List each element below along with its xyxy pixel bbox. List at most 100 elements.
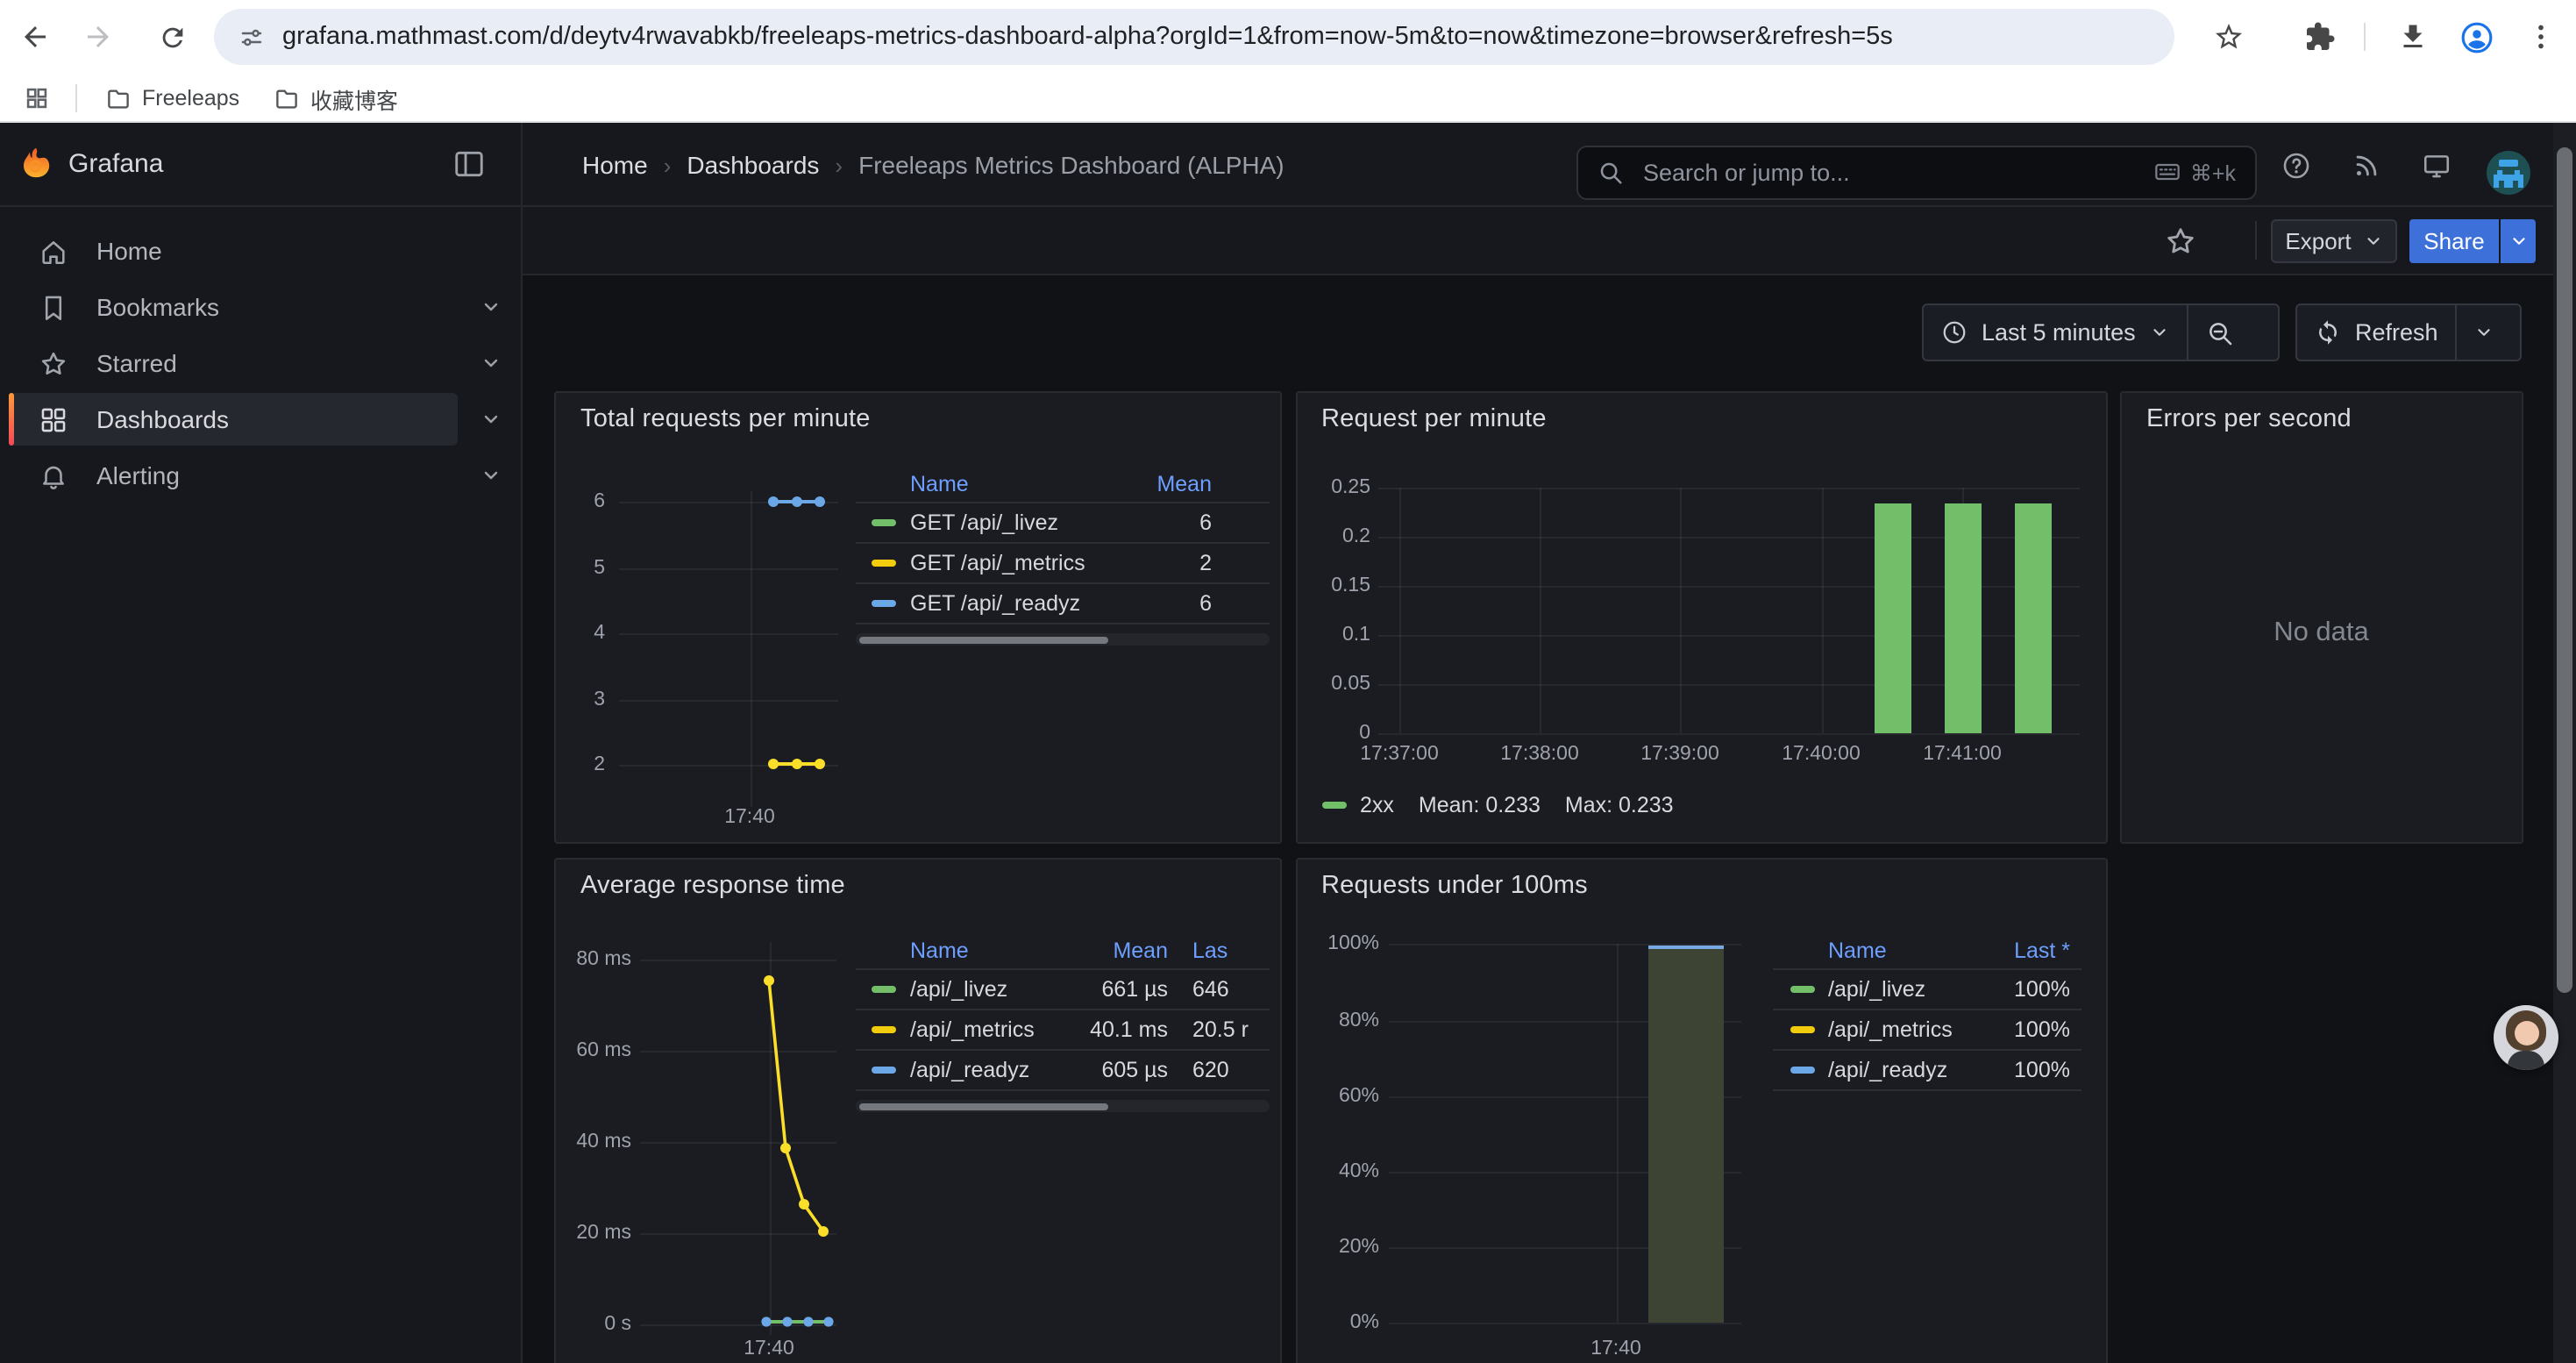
kiosk-monitor-icon[interactable] bbox=[2420, 149, 2451, 181]
breadcrumb-dashboards[interactable]: Dashboards bbox=[687, 151, 819, 179]
legend-row[interactable]: /api/_readyz 100% bbox=[1772, 1049, 2081, 1089]
breadcrumb-current: Freeleaps Metrics Dashboard (ALPHA) bbox=[858, 151, 1284, 179]
share-button[interactable]: Share bbox=[2409, 219, 2499, 263]
url-bar[interactable]: grafana.mathmast.com/d/deytv4rwavabkb/fr… bbox=[214, 9, 2174, 65]
avatar-face bbox=[2514, 1021, 2538, 1045]
browser-toolbar: grafana.mathmast.com/d/deytv4rwavabkb/fr… bbox=[0, 0, 2576, 74]
panel-title[interactable]: Request per minute bbox=[1321, 405, 1547, 433]
reload-icon[interactable] bbox=[154, 19, 189, 54]
series-swatch bbox=[1790, 986, 1814, 994]
back-icon[interactable] bbox=[18, 19, 53, 54]
sidebar-item-bookmarks[interactable]: Bookmarks bbox=[9, 281, 458, 333]
time-range-picker[interactable]: Last 5 minutes bbox=[1924, 305, 2187, 360]
legend-inline[interactable]: 2xx Mean: 0.233 Max: 0.233 bbox=[1321, 793, 1674, 817]
scrollbar-thumb[interactable] bbox=[2557, 147, 2572, 993]
bar-2xx[interactable] bbox=[2014, 503, 2051, 733]
bar-2xx[interactable] bbox=[1875, 503, 1911, 733]
chevron-down-icon[interactable] bbox=[470, 337, 512, 389]
panel-errors-per-second: Errors per second No data bbox=[2120, 391, 2523, 844]
series-swatch bbox=[872, 519, 896, 527]
page-scrollbar[interactable] bbox=[2553, 123, 2576, 1363]
dock-menu-icon[interactable] bbox=[452, 147, 486, 181]
apps-grid-icon[interactable] bbox=[23, 84, 51, 112]
bookmark-folder-freeleaps[interactable]: Freeleaps bbox=[98, 81, 246, 116]
bookmarks-bar: Freeleaps 收藏博客 bbox=[0, 74, 2576, 123]
scrollbar-thumb[interactable] bbox=[859, 636, 1107, 643]
sidebar-item-dashboards[interactable]: Dashboards bbox=[9, 393, 458, 446]
legend-row[interactable]: GET /api/_readyz 6 bbox=[856, 582, 1270, 623]
downloads-icon[interactable] bbox=[2395, 19, 2430, 54]
url-text[interactable]: grafana.mathmast.com/d/deytv4rwavabkb/fr… bbox=[282, 23, 1893, 51]
toolbar-divider bbox=[2255, 221, 2257, 260]
star-icon bbox=[39, 348, 68, 378]
legend-row[interactable]: GET /api/_livez 6 bbox=[856, 502, 1270, 542]
panel-title[interactable]: Requests under 100ms bbox=[1321, 872, 1588, 900]
gridline bbox=[1377, 487, 2079, 489]
refresh-button[interactable]: Refresh bbox=[2297, 305, 2456, 360]
sidebar-item-starred[interactable]: Starred bbox=[9, 337, 458, 389]
legend-col-mean[interactable]: Mean bbox=[1056, 938, 1168, 963]
chevron-down-icon[interactable] bbox=[470, 281, 512, 333]
nav-divider bbox=[521, 123, 523, 205]
y-tick: 20% bbox=[1309, 1237, 1379, 1258]
chevron-down-icon[interactable] bbox=[470, 393, 512, 446]
site-settings-icon[interactable] bbox=[238, 24, 265, 50]
series-swatch bbox=[1790, 1026, 1814, 1034]
refresh-interval-dropdown[interactable] bbox=[2456, 305, 2512, 360]
panel-title[interactable]: Errors per second bbox=[2146, 405, 2352, 433]
legend-header: Name Last * bbox=[1772, 933, 2081, 968]
legend-row[interactable]: GET /api/_metrics 2 bbox=[856, 542, 1270, 582]
legend-scrollbar[interactable] bbox=[856, 633, 1270, 646]
legend-row[interactable]: /api/_metrics 40.1 ms 20.5 r bbox=[856, 1009, 1270, 1049]
x-tick: 17:37:00 bbox=[1360, 744, 1439, 765]
legend-row[interactable]: /api/_metrics 100% bbox=[1772, 1009, 2081, 1049]
sidebar-item-alerting[interactable]: Alerting bbox=[9, 449, 458, 502]
gridline bbox=[1540, 487, 1541, 732]
legend-row[interactable]: /api/_livez 661 µs 646 bbox=[856, 968, 1270, 1009]
legend-col-last[interactable]: Last * bbox=[1958, 938, 2070, 963]
legend-col-last[interactable]: Las bbox=[1168, 938, 1270, 963]
export-button[interactable]: Export bbox=[2271, 219, 2397, 263]
gridline bbox=[1388, 1323, 1740, 1324]
bar-under-100ms[interactable] bbox=[1648, 945, 1724, 1323]
zoom-out-button[interactable] bbox=[2187, 305, 2252, 360]
y-tick: 0.25 bbox=[1307, 476, 1370, 497]
bar-2xx[interactable] bbox=[1945, 503, 1982, 733]
bell-icon bbox=[39, 460, 68, 490]
browser-menu-icon[interactable] bbox=[2523, 19, 2558, 54]
grafana-logo-icon[interactable] bbox=[18, 146, 54, 182]
grafana-brand[interactable]: Grafana bbox=[68, 149, 163, 179]
legend-scrollbar[interactable] bbox=[856, 1100, 1270, 1112]
floating-avatar[interactable] bbox=[2494, 1005, 2558, 1070]
sidebar-item-home[interactable]: Home bbox=[9, 225, 458, 277]
chevron-down-icon[interactable] bbox=[470, 449, 512, 502]
news-rss-icon[interactable] bbox=[2350, 149, 2381, 181]
help-icon[interactable] bbox=[2280, 149, 2311, 181]
forward-icon[interactable] bbox=[81, 19, 116, 54]
legend-table: Name Last * /api/_livez 100% /api/_metri… bbox=[1772, 933, 2081, 1091]
legend-col-mean[interactable]: Mean bbox=[1103, 472, 1212, 496]
scrollbar-thumb[interactable] bbox=[859, 1103, 1107, 1110]
panel-requests-under-100ms: Requests under 100ms 100% 80% 60% 40% 20… bbox=[1295, 858, 2107, 1363]
home-icon bbox=[39, 236, 68, 266]
user-avatar[interactable] bbox=[2487, 151, 2530, 195]
profile-icon[interactable] bbox=[2459, 19, 2494, 54]
legend-col-name[interactable]: Name bbox=[872, 938, 1056, 963]
legend-row[interactable]: /api/_readyz 605 µs 620 bbox=[856, 1049, 1270, 1089]
share-dropdown-button[interactable] bbox=[2499, 219, 2536, 263]
x-tick: 17:39:00 bbox=[1640, 744, 1719, 765]
legend-row[interactable]: /api/_livez 100% bbox=[1772, 968, 2081, 1009]
search-input[interactable] bbox=[1640, 157, 2153, 187]
sidebar-item-label: Alerting bbox=[96, 461, 180, 489]
legend-col-name[interactable]: Name bbox=[1790, 938, 1958, 963]
legend-col-name[interactable]: Name bbox=[872, 472, 1103, 496]
screen: grafana.mathmast.com/d/deytv4rwavabkb/fr… bbox=[0, 0, 2576, 1363]
favorite-star-icon[interactable] bbox=[2164, 225, 2197, 258]
bookmark-star-icon[interactable] bbox=[2211, 19, 2246, 54]
bookmark-folder-blogs[interactable]: 收藏博客 bbox=[267, 81, 405, 116]
extensions-icon[interactable] bbox=[2302, 19, 2338, 54]
share-button-group: Share bbox=[2409, 219, 2536, 263]
series-swatch bbox=[872, 600, 896, 608]
sidebar-item-label: Dashboards bbox=[96, 405, 229, 433]
breadcrumb-home[interactable]: Home bbox=[582, 151, 648, 179]
